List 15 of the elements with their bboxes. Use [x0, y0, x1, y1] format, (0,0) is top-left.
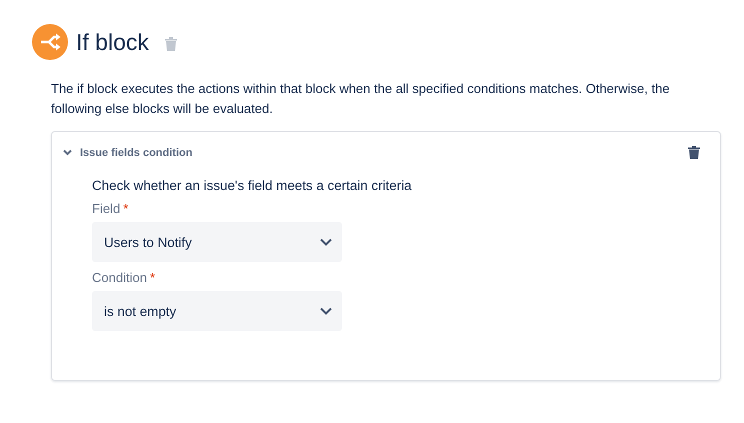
select-dropdown[interactable]: Users to Notify [92, 222, 342, 262]
field-label: Field [92, 201, 120, 216]
required-mark: * [123, 201, 128, 216]
delete-icon[interactable] [688, 146, 700, 159]
branch-icon [32, 24, 68, 60]
page-title: If block [76, 28, 149, 56]
card-title: Issue fields condition [80, 146, 192, 158]
chevron-icon[interactable] [63, 149, 72, 156]
condition-summary: Check whether an issue's field meets a certain criteria [92, 178, 413, 193]
field-label: Condition [92, 270, 147, 285]
caret-icon [320, 307, 332, 315]
description-text: The if block executes the actions within that block when the all specified conditions matches. Otherwise, the following else blocks will be evaluated. [51, 80, 671, 118]
select-dropdown[interactable]: is not empty [92, 291, 342, 331]
required-mark: * [150, 270, 155, 285]
caret-icon [320, 238, 332, 246]
